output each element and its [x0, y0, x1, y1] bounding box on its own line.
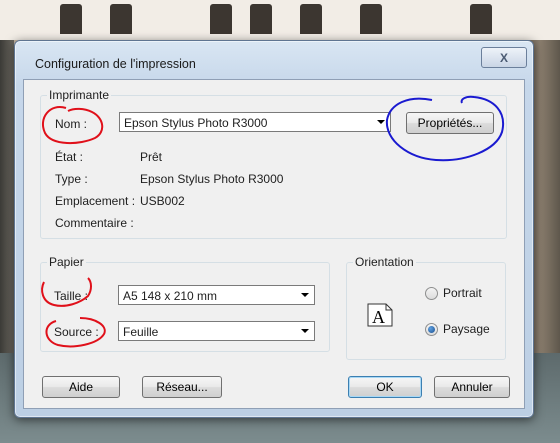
paper-size-label: Taille : — [54, 289, 89, 303]
status-value: Prêt — [140, 150, 163, 164]
close-button[interactable]: X — [481, 47, 527, 68]
type-label: Type : — [55, 172, 88, 186]
dialog-content: Imprimante Nom : Epson Stylus Photo R300… — [23, 79, 525, 409]
ok-button[interactable]: OK — [348, 376, 422, 398]
ok-button-label: OK — [376, 380, 394, 394]
status-label: État : — [55, 150, 84, 164]
help-button-label: Aide — [68, 380, 94, 394]
chevron-down-icon — [377, 120, 385, 124]
orientation-group: Orientation A Portrait Paysage — [346, 255, 506, 360]
landscape-label[interactable]: Paysage — [443, 322, 490, 336]
orientation-group-label: Orientation — [353, 255, 416, 269]
close-icon: X — [499, 50, 508, 65]
portrait-label[interactable]: Portrait — [443, 286, 482, 300]
paper-size-value: A5 148 x 210 mm — [123, 289, 218, 303]
title-bar[interactable]: Configuration de l'impression X — [15, 41, 533, 71]
printer-name-value: Epson Stylus Photo R3000 — [124, 116, 268, 130]
landscape-radio-button[interactable] — [425, 323, 438, 336]
chevron-down-icon — [301, 329, 309, 333]
network-button-label: Réseau... — [156, 380, 208, 394]
paper-size-select[interactable]: A5 148 x 210 mm — [118, 285, 315, 305]
cancel-button-label: Annuler — [451, 380, 493, 394]
printer-group: Imprimante Nom : Epson Stylus Photo R300… — [40, 88, 507, 239]
paper-group-label: Papier — [47, 255, 86, 269]
print-setup-dialog: Configuration de l'impression X Impriman… — [14, 40, 534, 418]
paper-source-value: Feuille — [123, 325, 159, 339]
properties-button-label: Propriétés... — [417, 116, 483, 130]
landscape-page-icon: A — [367, 303, 393, 327]
printer-group-label: Imprimante — [47, 88, 112, 102]
help-button[interactable]: Aide — [42, 376, 120, 398]
portrait-radio-button[interactable] — [425, 287, 438, 300]
location-value: USB002 — [140, 194, 185, 208]
chevron-down-icon — [301, 293, 309, 297]
printer-name-select[interactable]: Epson Stylus Photo R3000 — [119, 112, 391, 132]
printer-name-label: Nom : — [55, 117, 88, 131]
location-label: Emplacement : — [55, 194, 136, 208]
paper-group: Papier Taille : A5 148 x 210 mm Source :… — [40, 255, 330, 352]
properties-button[interactable]: Propriétés... — [406, 112, 494, 134]
svg-text:A: A — [372, 307, 385, 327]
paper-source-select[interactable]: Feuille — [118, 321, 315, 341]
paper-source-label: Source : — [54, 325, 99, 339]
type-value: Epson Stylus Photo R3000 — [140, 172, 284, 186]
cancel-button[interactable]: Annuler — [434, 376, 510, 398]
network-button[interactable]: Réseau... — [142, 376, 222, 398]
comment-label: Commentaire : — [55, 216, 134, 230]
dialog-title: Configuration de l'impression — [35, 57, 196, 71]
